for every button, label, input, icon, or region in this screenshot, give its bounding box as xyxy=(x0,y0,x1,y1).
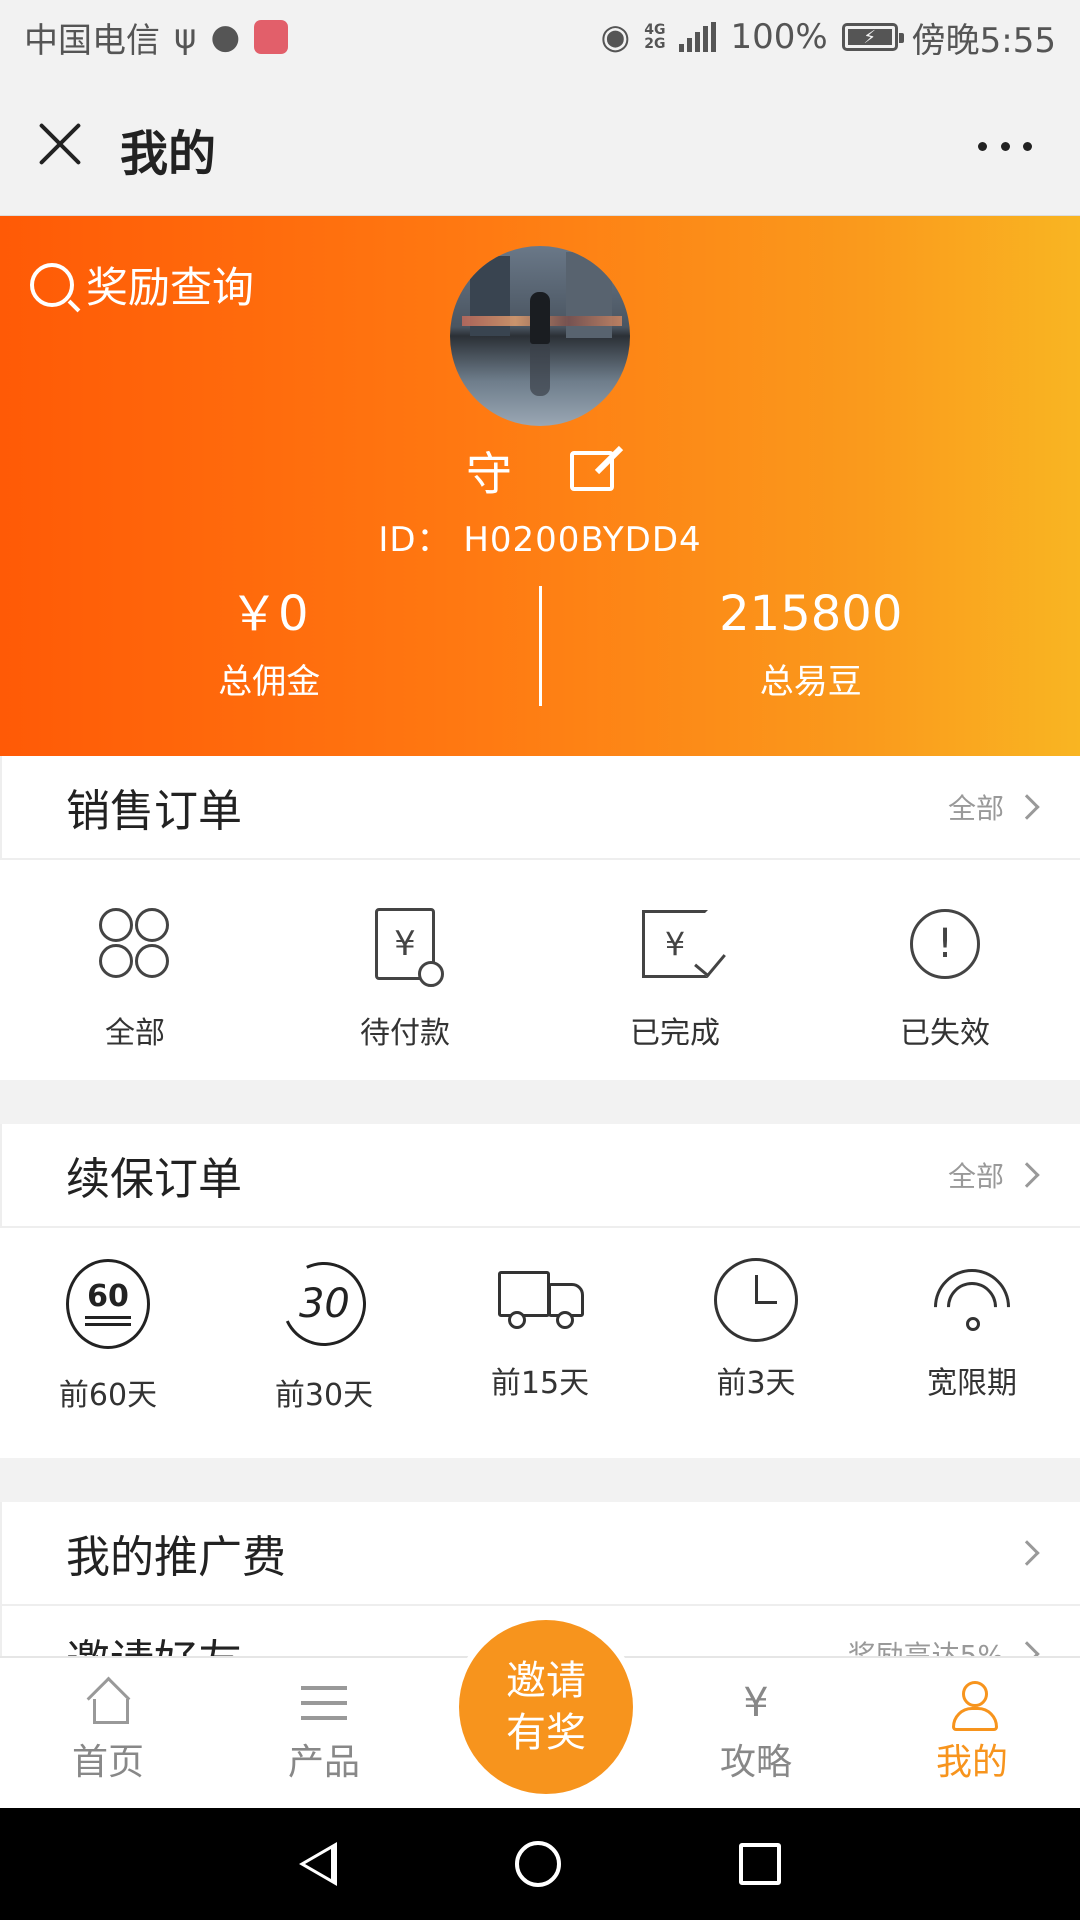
close-icon[interactable] xyxy=(36,120,84,168)
more-options-icon[interactable] xyxy=(978,136,1032,156)
renewal-orders-header[interactable]: 续保订单 全部 xyxy=(0,1124,1080,1228)
completed-icon: ¥ xyxy=(633,902,726,986)
battery-charging-icon: ⚡ xyxy=(841,23,904,51)
app-notification-icon xyxy=(254,20,289,54)
promotion-fee-row[interactable]: 我的推广费 xyxy=(0,1502,1080,1606)
edit-icon[interactable] xyxy=(570,451,614,491)
eye-icon: ◉ xyxy=(600,17,631,57)
sales-orders-title: 销售订单 xyxy=(66,786,242,837)
sales-orders-all-link[interactable]: 全部 xyxy=(948,787,1040,827)
network-type: 4G 2G xyxy=(644,22,666,52)
renewal-orders-all-link[interactable]: 全部 xyxy=(948,1155,1040,1195)
commission-value: ￥0 xyxy=(229,586,309,642)
promotion-fee-title: 我的推广费 xyxy=(66,1532,286,1583)
wechat-icon: ● xyxy=(210,17,241,57)
sales-item-expired[interactable]: ! 已失效 xyxy=(810,902,1080,1080)
pending-payment-icon: ¥ xyxy=(363,902,447,987)
renewal-item-3-days[interactable]: 前3天 xyxy=(648,1258,864,1458)
60-days-icon: 60 xyxy=(66,1258,150,1350)
renewal-item-15-days[interactable]: 前15天 xyxy=(432,1258,648,1458)
truck-icon xyxy=(498,1258,584,1342)
sales-item-pending-payment[interactable]: ¥ 待付款 xyxy=(270,902,540,1080)
beans-value: 215800 xyxy=(719,586,903,642)
usb-icon: ψ xyxy=(174,17,197,57)
title-bar: 我的 xyxy=(0,74,1080,216)
chevron-right-icon xyxy=(1014,794,1040,820)
status-bar: 中国电信 ψ ● ◉ 4G 2G 100% ⚡ 傍晚5:55 xyxy=(0,0,1080,74)
renewal-item-60-days[interactable]: 60 前60天 xyxy=(0,1258,216,1458)
invite-reward-button[interactable]: 邀请 有奖 xyxy=(459,1620,633,1794)
search-icon xyxy=(30,262,74,307)
user-name: 守 xyxy=(466,447,512,501)
list-icon xyxy=(300,1681,348,1725)
profile-header: 奖励查询 守 ID： H0200BYDD4 ￥0 总佣金 215800 总易豆 xyxy=(0,216,1080,756)
user-icon xyxy=(948,1681,998,1731)
carrier-label: 中国电信 xyxy=(24,20,160,61)
sales-item-all[interactable]: 全部 xyxy=(0,902,270,1080)
expired-icon: ! xyxy=(903,902,987,986)
battery-percent: 100% xyxy=(730,17,828,57)
yen-icon: ¥ xyxy=(743,1680,769,1726)
30-days-icon: 30 xyxy=(270,1250,378,1358)
commission-label: 总佣金 xyxy=(218,662,321,702)
home-circle-icon[interactable] xyxy=(515,1841,561,1887)
renewal-orders-grid: 60 前60天 30 前30天 前15天 前3天 宽限期 xyxy=(0,1228,1080,1458)
tab-guide[interactable]: ¥ 攻略 xyxy=(648,1680,864,1785)
tab-products[interactable]: 产品 xyxy=(216,1681,432,1785)
beans-label: 总易豆 xyxy=(759,662,862,702)
chevron-right-icon xyxy=(1014,1162,1040,1188)
stats-row: ￥0 总佣金 215800 总易豆 xyxy=(0,586,1080,706)
clover-icon xyxy=(93,902,177,986)
chevron-right-icon xyxy=(1014,1540,1040,1566)
beans-stat[interactable]: 215800 总易豆 xyxy=(542,586,1080,706)
avatar[interactable] xyxy=(450,246,630,426)
renewal-item-grace-period[interactable]: 宽限期 xyxy=(864,1258,1080,1458)
renewal-orders-title: 续保订单 xyxy=(66,1154,242,1205)
name-row: 守 xyxy=(0,438,1080,504)
page-title: 我的 xyxy=(120,126,217,182)
alarm-clock-icon xyxy=(714,1258,798,1342)
reward-query-button[interactable]: 奖励查询 xyxy=(30,254,254,315)
user-id: ID： H0200BYDD4 xyxy=(378,520,702,560)
clock: 傍晚5:55 xyxy=(911,20,1056,61)
tab-home[interactable]: 首页 xyxy=(0,1681,216,1785)
sales-orders-grid: 全部 ¥ 待付款 ¥ 已完成 ! 已失效 xyxy=(0,860,1080,1080)
recent-apps-icon[interactable] xyxy=(739,1843,781,1885)
wifi-icon xyxy=(930,1258,1014,1342)
signal-icon xyxy=(679,22,717,52)
sales-orders-header[interactable]: 销售订单 全部 xyxy=(0,756,1080,860)
system-navigation-bar xyxy=(0,1808,1080,1920)
renewal-item-30-days[interactable]: 30 前30天 xyxy=(216,1250,432,1458)
tab-mine[interactable]: 我的 xyxy=(864,1681,1080,1785)
sales-item-completed[interactable]: ¥ 已完成 xyxy=(540,902,810,1080)
reward-query-label: 奖励查询 xyxy=(86,263,255,312)
home-icon xyxy=(84,1681,132,1725)
back-icon[interactable] xyxy=(299,1842,337,1886)
commission-stat[interactable]: ￥0 总佣金 xyxy=(0,586,539,706)
